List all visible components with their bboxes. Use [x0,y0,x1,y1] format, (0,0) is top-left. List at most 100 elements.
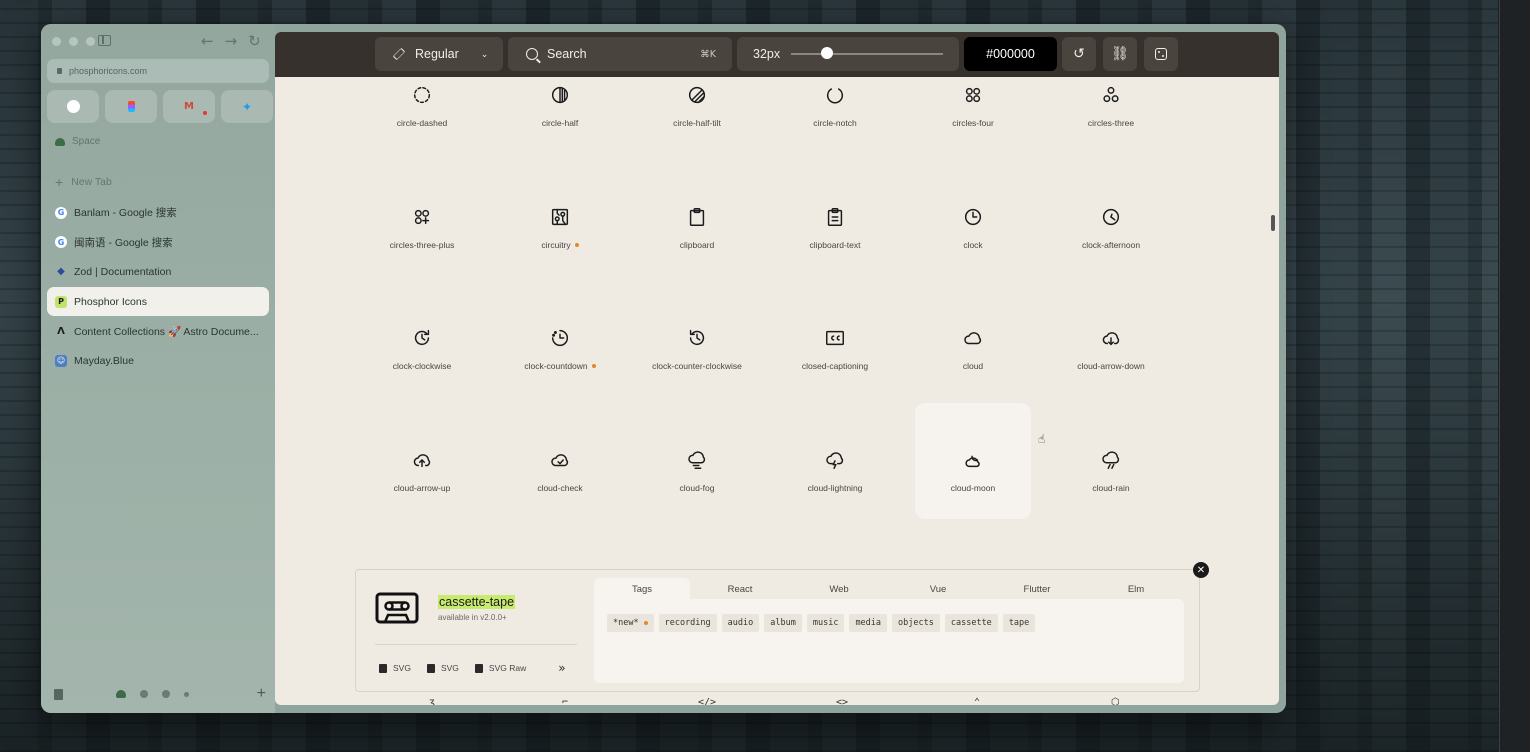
icon-card-circle-half[interactable]: circle-half [502,84,618,200]
icon-name-text: clock-countdown [524,361,588,371]
mayday-icon: ☺ [55,354,67,367]
tab-zod[interactable]: ◆ Zod | Documentation [47,257,269,287]
tab-title: Content Collections 🚀 Astro Docume... [74,325,259,338]
tab-astro[interactable]: Λ Content Collections 🚀 Astro Docume... [47,316,269,346]
copy-svg-button[interactable]: SVG [426,663,459,673]
icon-card-clock-afternoon[interactable]: clock-afternoon [1053,206,1169,322]
pinned-twitter[interactable]: ✦ [221,90,273,123]
reload-icon[interactable]: ↻ [248,32,261,50]
star-icon[interactable] [162,690,170,698]
cloud-arrow-down-icon [1100,327,1122,354]
icon-card-circle-dashed[interactable]: circle-dashed [364,84,480,200]
pinned-github[interactable] [47,90,99,123]
tag-tape[interactable]: tape [1002,614,1036,632]
scrollbar-thumb[interactable] [1271,215,1275,231]
close-detail-button[interactable]: ✕ [1193,562,1209,578]
icon-card-clock-countdown[interactable]: clock-countdown [502,327,618,443]
icon-name-text: circle-notch [813,118,857,128]
new-dot-icon [574,243,579,247]
zoom-window-button[interactable] [86,37,95,46]
size-slider-handle[interactable] [821,47,834,59]
new-dot-icon [591,364,596,368]
copy-svg-raw-button[interactable]: SVG Raw [474,663,526,673]
new-tab-button[interactable]: + New Tab [55,174,112,190]
icon-card-clock-counter-clockwise[interactable]: clock-counter-clockwise [639,327,755,443]
weight-dropdown[interactable]: Regular ⌄ [375,37,503,71]
icon-card-circles-three[interactable]: circles-three [1053,84,1169,200]
more-chevron-icon[interactable]: » [558,661,565,675]
close-window-button[interactable] [52,37,61,46]
copy-link-button[interactable]: ⛓ [1103,37,1137,71]
icon-name-text: circle-half [541,118,579,128]
space-dot-icon[interactable] [184,691,189,697]
tab-react[interactable]: React [692,578,788,601]
tab-web[interactable]: Web [791,578,887,601]
search-input[interactable]: Search ⌘K [508,37,732,71]
circle-half-tilt-icon [686,84,708,111]
icon-card-clipboard-text[interactable]: clipboard-text [777,206,893,322]
icon-card-circles-four[interactable]: circles-four [915,84,1031,200]
size-control: 32px [737,37,959,71]
new-tab-label: New Tab [71,176,112,188]
icon-card-cloud-moon[interactable]: cloud-moon [915,403,1031,519]
download-svg-button[interactable]: SVG [379,663,411,673]
color-input[interactable]: #000000 [964,37,1057,71]
randomize-button[interactable] [1144,37,1178,71]
tab-list: G Banlam - Google 搜索 G 闽南语 - Google 搜索 ◆ Zo… [47,198,269,376]
add-space-icon[interactable]: + [257,685,266,703]
icon-card-label: cloud-arrow-up [394,483,451,493]
size-slider-track[interactable] [791,53,943,55]
icon-card-circle-notch[interactable]: circle-notch [777,84,893,200]
icon-card-clock[interactable]: clock [915,206,1031,322]
space-turtle-icon[interactable] [116,690,126,698]
pinned-gmail[interactable]: M [163,90,215,123]
tag-cassette[interactable]: cassette [944,614,998,632]
forward-arrow-icon[interactable]: → [225,32,238,50]
tab-phosphor[interactable]: P Phosphor Icons [47,286,269,317]
tag-media[interactable]: media [849,614,888,632]
space-header[interactable]: Space [55,136,100,147]
tab-banlam[interactable]: G Banlam - Google 搜索 [47,198,269,228]
new-dot-icon [643,621,648,625]
icon-card-closed-captioning[interactable]: closed-captioning [777,327,893,443]
icon-card-clipboard[interactable]: clipboard [639,206,755,322]
tag-new[interactable]: *new* [607,614,654,632]
pinned-figma[interactable] [105,90,157,123]
sidebar-footer: + [54,685,266,703]
tab-elm[interactable]: Elm [1088,578,1184,601]
tag-album[interactable]: album [764,614,802,632]
icon-card-clock-clockwise[interactable]: clock-clockwise [364,327,480,443]
tag-audio[interactable]: audio [721,614,760,632]
icon-card-circuitry[interactable]: circuitry [502,206,618,322]
tab-mayday[interactable]: ☺ Mayday.Blue [47,346,269,376]
cloud-arrow-up-icon [411,449,433,476]
url-bar[interactable]: phosphoricons.com [47,59,269,83]
tag-recording[interactable]: recording [658,614,717,632]
tab-tags[interactable]: Tags [594,578,690,601]
tab-title: Mayday.Blue [74,354,134,367]
icon-card-cloud-lightning[interactable]: cloud-lightning [777,449,893,565]
notification-dot [203,111,207,115]
icon-card-cloud-check[interactable]: cloud-check [502,449,618,565]
sidebar-toggle-icon[interactable] [98,35,111,46]
tag-objects[interactable]: objects [892,614,940,632]
tab-flutter[interactable]: Flutter [989,578,1085,601]
tag-music[interactable]: music [806,614,845,632]
circles-three-plus-icon [411,206,433,233]
back-arrow-icon[interactable]: ← [201,32,214,50]
tab-vue[interactable]: Vue [890,578,986,601]
reset-button[interactable]: ↺ [1062,37,1096,71]
icon-card-cloud-arrow-down[interactable]: cloud-arrow-down [1053,327,1169,443]
minimize-window-button[interactable] [69,37,78,46]
icon-card-cloud-rain[interactable]: cloud-rain [1053,449,1169,565]
icon-card-circles-three-plus[interactable]: circles-three-plus [364,206,480,322]
icon-card-cloud-arrow-up[interactable]: cloud-arrow-up [364,449,480,565]
archive-icon[interactable] [54,688,63,700]
space-icon[interactable] [140,690,148,698]
icon-card-circle-half-tilt[interactable]: circle-half-tilt [639,84,755,200]
partial-icon: ⬡ [1111,697,1120,705]
icon-card-cloud-fog[interactable]: cloud-fog [639,449,755,565]
browser-sidebar: ← → ↻ phosphoricons.com M ✦ Space + New … [41,24,275,713]
tab-minnan[interactable]: G 闽南语 - Google 搜索 [47,228,269,258]
icon-card-label: clipboard [680,240,715,250]
